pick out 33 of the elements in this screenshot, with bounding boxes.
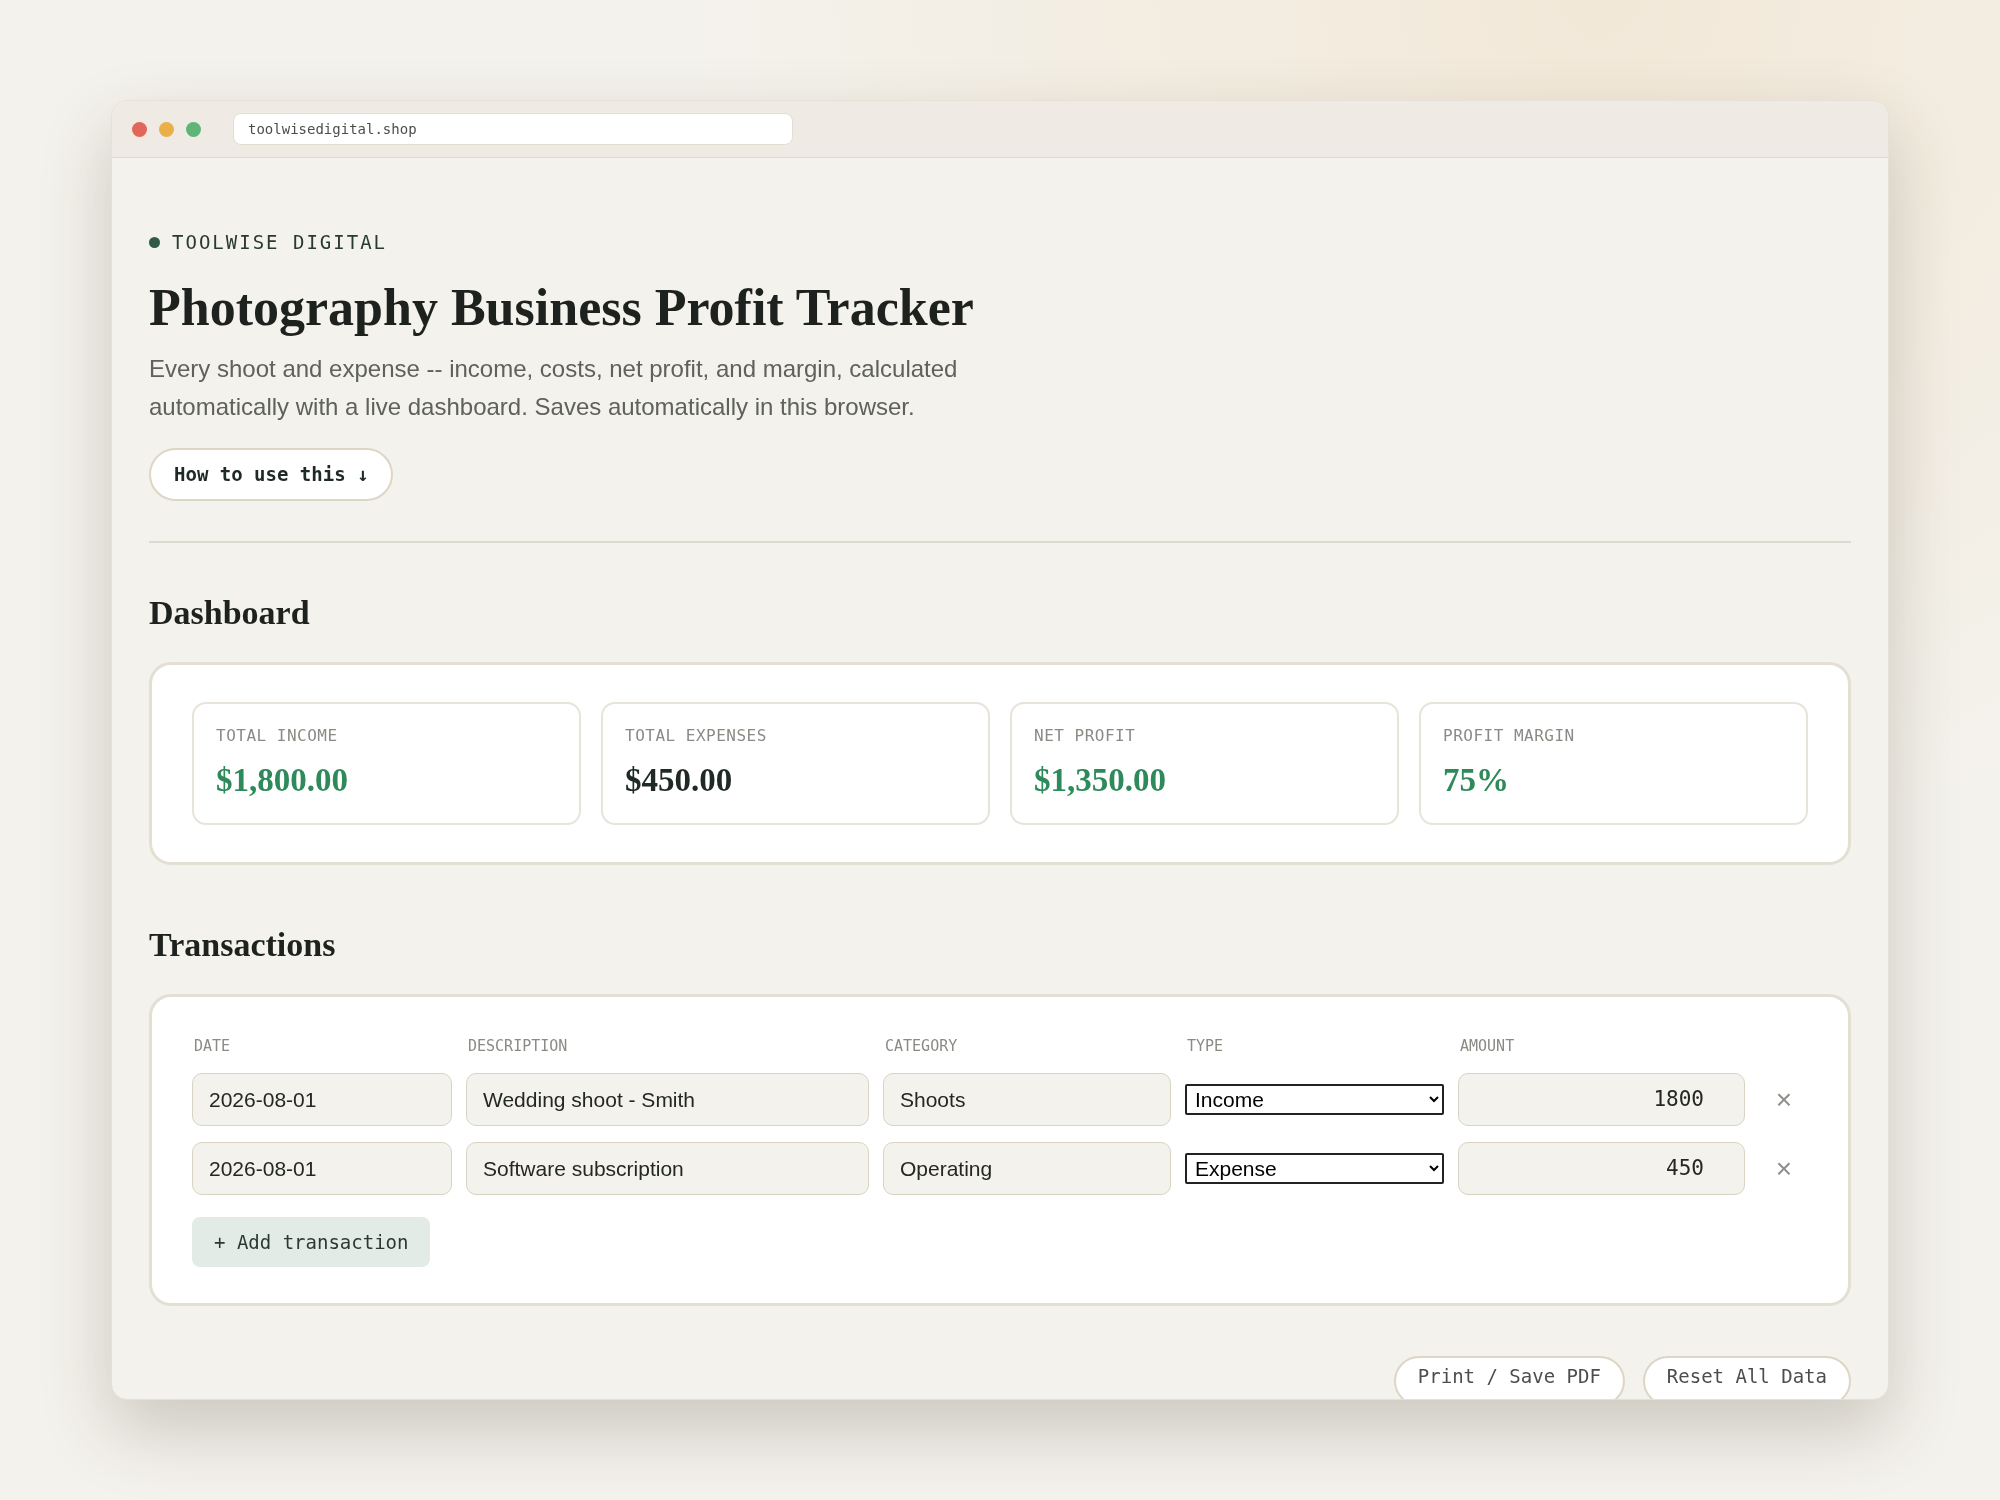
stat-label: NET PROFIT bbox=[1034, 724, 1137, 747]
column-header: AMOUNT bbox=[1459, 1035, 1516, 1057]
stat-label: TOTAL EXPENSES bbox=[625, 724, 768, 747]
add-transaction-button[interactable]: + Add transaction bbox=[192, 1217, 431, 1267]
stat-value: $1,800.00 bbox=[216, 760, 349, 800]
category-field[interactable]: Operating bbox=[883, 1142, 1171, 1195]
stat-value: $1,350.00 bbox=[1034, 760, 1167, 800]
address-bar[interactable]: toolwisedigital.shop bbox=[233, 113, 793, 145]
brand-name: TOOLWISE DIGITAL bbox=[172, 230, 388, 255]
category-field[interactable]: Shoots bbox=[883, 1073, 1171, 1126]
date-field[interactable]: 2026-08-01 bbox=[192, 1142, 452, 1195]
footer-button[interactable]: Reset All Data bbox=[1642, 1356, 1851, 1399]
type-dropdown[interactable]: Income bbox=[1185, 1084, 1444, 1115]
stat-label: TOTAL INCOME bbox=[216, 724, 339, 747]
transactions-heading: Transactions bbox=[149, 924, 337, 965]
stat-value: $450.00 bbox=[625, 760, 734, 800]
amount-field[interactable]: 1800 bbox=[1458, 1073, 1745, 1126]
how-to-use-button[interactable]: How to use this ↓ bbox=[149, 447, 394, 501]
description-field[interactable]: Software subscription bbox=[466, 1142, 869, 1195]
type-dropdown[interactable]: Expense bbox=[1185, 1153, 1444, 1184]
column-header: DESCRIPTION bbox=[467, 1035, 569, 1057]
description-field[interactable]: Wedding shoot - Smith bbox=[466, 1073, 869, 1126]
stat-label: PROFIT MARGIN bbox=[1443, 724, 1576, 747]
column-header: DATE bbox=[193, 1035, 232, 1057]
stat-value: 75% bbox=[1443, 760, 1510, 800]
column-header: CATEGORY bbox=[884, 1035, 959, 1057]
dashboard-heading: Dashboard bbox=[149, 592, 311, 633]
amount-field[interactable]: 450 bbox=[1458, 1142, 1745, 1195]
intro-text: Every shoot and expense -- income, costs, net profit, and margin, calculated automatically with a live dashboard. Saves automatically in this browser. bbox=[149, 353, 959, 422]
page-title: Photography Business Profit Tracker bbox=[149, 277, 975, 338]
date-field[interactable]: 2026-08-01 bbox=[192, 1073, 452, 1126]
column-header: TYPE bbox=[1186, 1035, 1225, 1057]
footer-button[interactable]: Print / Save PDF bbox=[1393, 1356, 1625, 1399]
